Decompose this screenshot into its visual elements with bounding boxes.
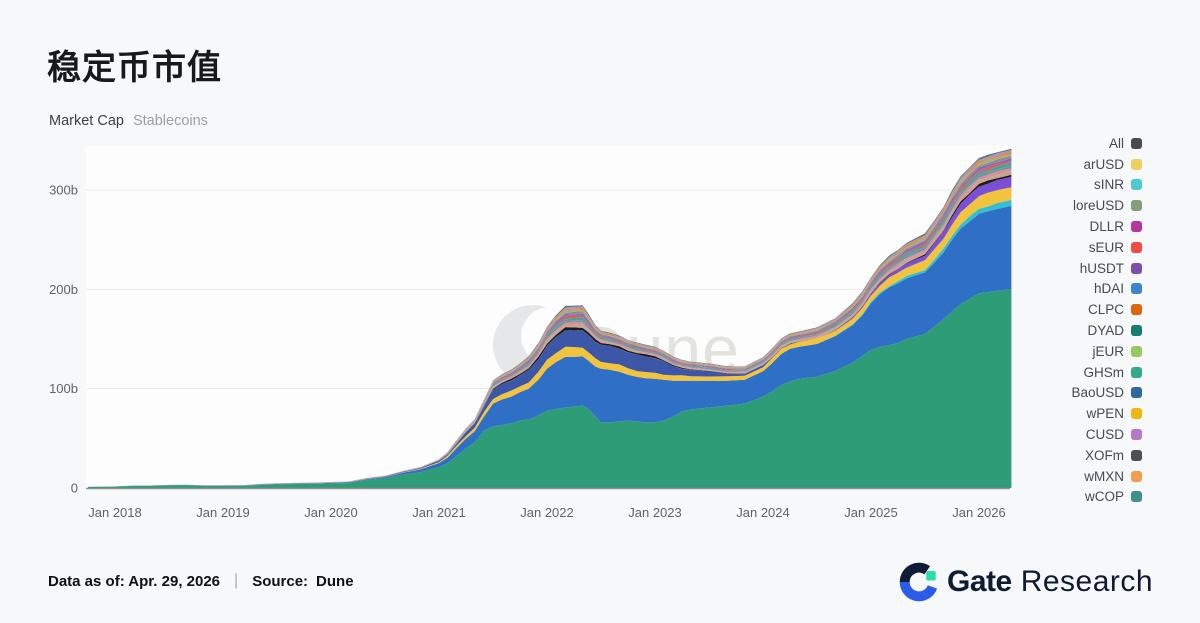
legend-item-sEUR[interactable]: sEUR (1022, 237, 1142, 258)
y-axis-tick-labels: 300b 200b 100b 0 (49, 183, 78, 496)
brand-research-text: Research (1021, 565, 1153, 599)
legend-color-swatch (1131, 304, 1142, 315)
data-as-of-text: Data as of: Apr. 29, 2026 (48, 573, 220, 590)
x-tick-label: Jan 2019 (196, 505, 250, 520)
legend-color-swatch (1131, 221, 1142, 232)
legend-color-swatch (1131, 429, 1142, 440)
legend-item-BaoUSD[interactable]: BaoUSD (1022, 383, 1142, 404)
source-label: Source: (252, 573, 308, 590)
legend-item-label: DYAD (1087, 323, 1124, 338)
legend-color-swatch (1131, 471, 1142, 482)
legend-color-swatch (1131, 159, 1142, 170)
legend-color-swatch (1131, 408, 1142, 419)
source-value: Dune (316, 573, 354, 590)
legend-color-swatch (1131, 263, 1142, 274)
legend-color-swatch (1131, 242, 1142, 253)
y-tick-label: 100b (49, 381, 78, 396)
legend-item-DYAD[interactable]: DYAD (1022, 320, 1142, 341)
legend-item-loreUSD[interactable]: loreUSD (1022, 195, 1142, 216)
legend-item-XOFm[interactable]: XOFm (1022, 445, 1142, 466)
legend-item-label: jEUR (1092, 344, 1124, 359)
stacked-area-chart: Dune 300b200b100b0 Jan 2018Jan 2019Jan 2… (0, 0, 1200, 623)
legend-item-arUSD[interactable]: arUSD (1022, 154, 1142, 175)
legend-item-label: wPEN (1086, 406, 1124, 421)
legend-color-swatch (1131, 325, 1142, 336)
y-tick-label: 200b (49, 282, 78, 297)
x-tick-label: Jan 2018 (88, 505, 142, 520)
legend-item-label: DLLR (1089, 219, 1124, 234)
y-tick-label: 0 (71, 481, 78, 496)
legend-item-hDAI[interactable]: hDAI (1022, 279, 1142, 300)
legend-item-label: sEUR (1089, 240, 1124, 255)
legend-color-swatch (1131, 283, 1142, 294)
x-tick-label: Jan 2023 (628, 505, 682, 520)
footer-meta: Data as of: Apr. 29, 2026 | Source: Dune (48, 572, 354, 590)
legend-item-label: CUSD (1086, 427, 1124, 442)
legend-item-wMXN[interactable]: wMXN (1022, 466, 1142, 487)
legend-color-swatch (1131, 491, 1142, 502)
series-legend[interactable]: All arUSD sINR loreUSD DLLR sEUR hUSDT hDAI CLPC… (1022, 133, 1142, 503)
x-tick-label: Jan 2021 (412, 505, 466, 520)
legend-color-swatch (1131, 138, 1142, 149)
legend-item-CUSD[interactable]: CUSD (1022, 424, 1142, 445)
legend-color-swatch (1131, 367, 1142, 378)
legend-color-swatch (1131, 200, 1142, 211)
legend-item-label: loreUSD (1073, 198, 1124, 213)
x-tick-label: Jan 2024 (736, 505, 790, 520)
x-tick-label: Jan 2020 (304, 505, 358, 520)
legend-item-label: sINR (1094, 177, 1124, 192)
x-axis-tick-labels: Jan 2018 Jan 2019 Jan 2020 Jan 2021 Jan 2022… (88, 505, 1006, 520)
legend-color-swatch (1131, 346, 1142, 357)
gate-logo-icon (897, 560, 941, 604)
legend-item-label: CLPC (1088, 302, 1124, 317)
legend-item-DLLR[interactable]: DLLR (1022, 216, 1142, 237)
report-page: { "page": {"background": "#F7F8FA"}, "he… (0, 0, 1200, 623)
legend-item-label: All (1109, 136, 1124, 151)
legend-item-wPEN[interactable]: wPEN (1022, 403, 1142, 424)
legend-item-GHSm[interactable]: GHSm (1022, 362, 1142, 383)
legend-item-label: GHSm (1084, 365, 1125, 380)
x-tick-label: Jan 2026 (952, 505, 1006, 520)
legend-item-wCOP[interactable]: wCOP (1022, 487, 1142, 503)
legend-item-label: XOFm (1085, 448, 1124, 463)
legend-item-label: wCOP (1085, 489, 1124, 503)
footer-separator: | (234, 572, 238, 590)
y-tick-label: 300b (49, 183, 78, 198)
legend-item-label: arUSD (1083, 157, 1124, 172)
gate-research-logo: Gate Research (897, 560, 1153, 604)
legend-item-sINR[interactable]: sINR (1022, 175, 1142, 196)
x-tick-label: Jan 2025 (844, 505, 898, 520)
legend-item-jEUR[interactable]: jEUR (1022, 341, 1142, 362)
legend-item-label: BaoUSD (1071, 385, 1124, 400)
legend-item-All[interactable]: All (1022, 133, 1142, 154)
legend-item-hUSDT[interactable]: hUSDT (1022, 258, 1142, 279)
legend-color-swatch (1131, 450, 1142, 461)
x-tick-label: Jan 2022 (520, 505, 574, 520)
legend-item-label: hUSDT (1080, 261, 1124, 276)
legend-item-label: wMXN (1084, 469, 1124, 484)
legend-color-swatch (1131, 387, 1142, 398)
legend-item-label: hDAI (1094, 281, 1124, 296)
legend-item-CLPC[interactable]: CLPC (1022, 299, 1142, 320)
legend-color-swatch (1131, 179, 1142, 190)
brand-gate-text: Gate (947, 565, 1012, 599)
